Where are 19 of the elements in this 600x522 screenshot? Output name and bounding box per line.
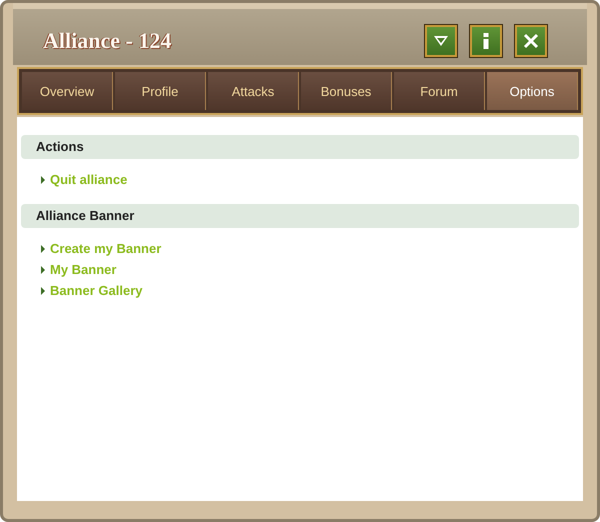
info-icon <box>482 33 490 49</box>
tab[interactable]: Forum <box>394 72 485 110</box>
section-header: Alliance Banner <box>21 204 579 228</box>
bullet-arrow-icon <box>41 266 45 274</box>
tab[interactable]: Overview <box>22 72 113 110</box>
minimize-button[interactable] <box>425 25 457 57</box>
tab[interactable]: Profile <box>115 72 206 110</box>
bullet-arrow-icon <box>41 286 45 294</box>
close-button[interactable] <box>515 25 547 57</box>
bullet-arrow-icon <box>41 176 45 184</box>
tab[interactable]: Options <box>487 72 578 110</box>
chevron-down-icon <box>433 35 449 47</box>
info-button[interactable] <box>470 25 502 57</box>
tab[interactable]: Bonuses <box>301 72 392 110</box>
tab[interactable]: Attacks <box>208 72 299 110</box>
window-title: Alliance - 124 <box>43 28 172 54</box>
section-header: Actions <box>21 135 579 159</box>
bullet-arrow-icon <box>41 244 45 252</box>
close-icon <box>523 33 539 49</box>
